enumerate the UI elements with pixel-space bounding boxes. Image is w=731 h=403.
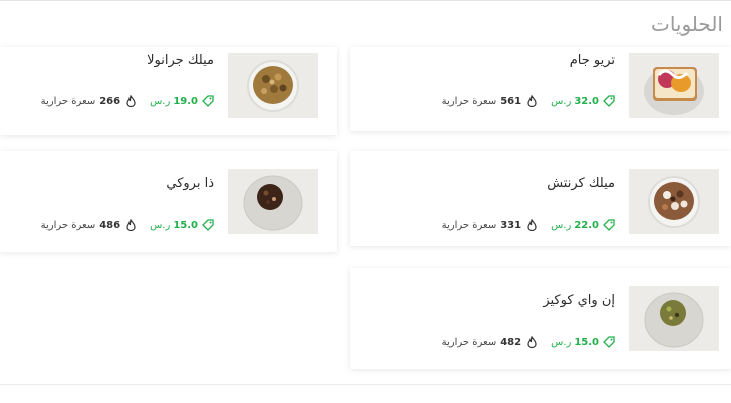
price-value: 15.0 [574, 336, 599, 348]
product-meta: 15.0 ر.س 482 سعرة حرارية [442, 336, 615, 348]
calories-unit: سعرة حرارية [40, 219, 96, 231]
price-value: 19.0 [173, 95, 198, 107]
product-name: إن واي كوكيز [543, 293, 615, 308]
currency: ر.س [551, 219, 572, 231]
price: 22.0 ر.س [551, 219, 615, 231]
currency: ر.س [551, 336, 572, 348]
price-value: 22.0 [574, 219, 599, 231]
product-image [228, 169, 318, 234]
currency: ر.س [551, 95, 572, 107]
calories-unit: سعرة حرارية [441, 219, 497, 231]
calories: 482 سعرة حرارية [442, 336, 537, 348]
top-divider [0, 0, 731, 1]
price-tag-icon [603, 336, 615, 348]
section-title: الحلويات [650, 12, 723, 36]
calories-value: 331 [500, 219, 522, 231]
product-image [629, 169, 719, 234]
product-card-milk-crunch[interactable]: ميلك كرنتش 22.0 ر.س 331 سعرة حرارية [350, 151, 731, 246]
price-tag-icon [202, 219, 214, 231]
product-meta: 32.0 ر.س 561 سعرة حرارية [442, 95, 615, 107]
calories-unit: سعرة حرارية [40, 95, 96, 107]
calories-unit: سعرة حرارية [441, 336, 497, 348]
price: 32.0 ر.س [551, 95, 615, 107]
product-name: ذا بروكي [166, 176, 214, 191]
calories: 331 سعرة حرارية [442, 219, 537, 231]
flame-icon [527, 95, 537, 107]
price: 15.0 ر.س [551, 336, 615, 348]
bottom-divider [0, 384, 731, 385]
flame-icon [126, 95, 136, 107]
calories-unit: سعرة حرارية [441, 95, 497, 107]
currency: ر.س [150, 219, 171, 231]
price-value: 15.0 [173, 219, 198, 231]
calories: 561 سعرة حرارية [442, 95, 537, 107]
calories-value: 266 [99, 95, 121, 107]
product-name: تريو جام [569, 53, 615, 68]
product-name: ميلك جرانولا [147, 53, 214, 68]
calories: 486 سعرة حرارية [41, 219, 136, 231]
flame-icon [126, 219, 136, 231]
flame-icon [527, 336, 537, 348]
product-card-trio-jam[interactable]: تريو جام 32.0 ر.س 561 سعرة حرارية [350, 47, 731, 131]
product-card-the-brookie[interactable]: ذا بروكي 15.0 ر.س 486 سعرة حرارية [0, 151, 337, 252]
price-tag-icon [603, 95, 615, 107]
product-image [629, 53, 719, 118]
product-card-ny-cookies[interactable]: إن واي كوكيز 15.0 ر.س 482 سعرة حرارية [350, 268, 731, 369]
product-name: ميلك كرنتش [547, 176, 615, 191]
price-value: 32.0 [574, 95, 599, 107]
calories-value: 482 [500, 336, 522, 348]
calories: 266 سعرة حرارية [41, 95, 136, 107]
product-meta: 19.0 ر.س 266 سعرة حرارية [41, 95, 214, 107]
price-tag-icon [603, 219, 615, 231]
price: 19.0 ر.س [150, 95, 214, 107]
price: 15.0 ر.س [150, 219, 214, 231]
product-image [228, 53, 318, 118]
calories-value: 486 [99, 219, 121, 231]
price-tag-icon [202, 95, 214, 107]
product-image [629, 286, 719, 351]
product-meta: 15.0 ر.س 486 سعرة حرارية [41, 219, 214, 231]
product-meta: 22.0 ر.س 331 سعرة حرارية [442, 219, 615, 231]
calories-value: 561 [500, 95, 522, 107]
flame-icon [527, 219, 537, 231]
product-card-milk-granola[interactable]: ميلك جرانولا 19.0 ر.س 266 سعرة حرارية [0, 47, 337, 135]
currency: ر.س [150, 95, 171, 107]
